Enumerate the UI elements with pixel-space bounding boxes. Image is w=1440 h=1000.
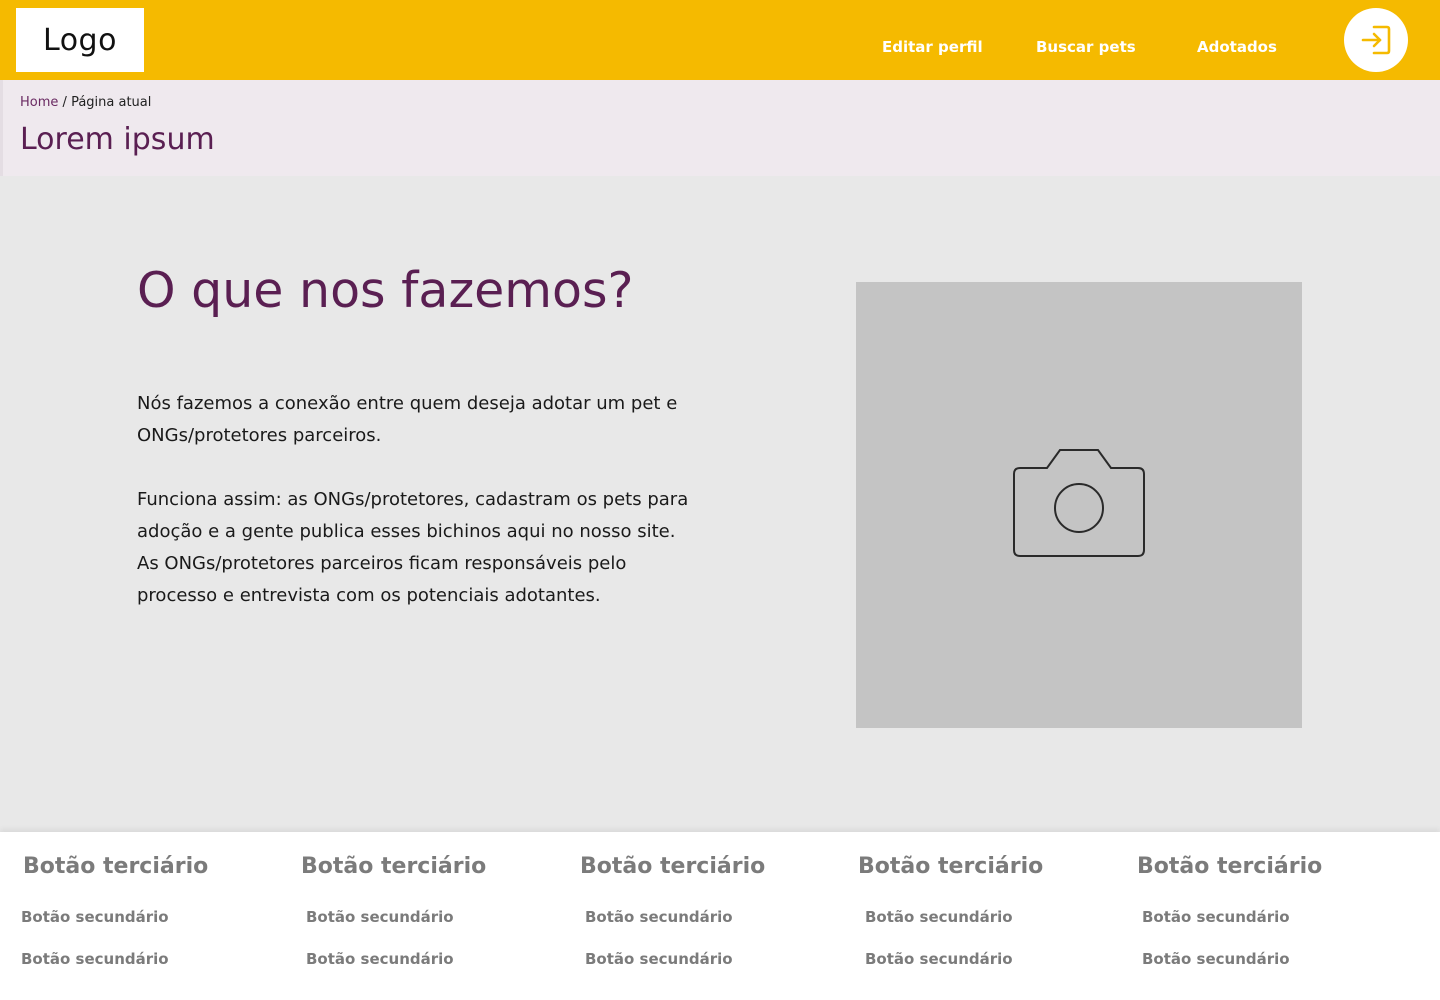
footer-col-3-link-1[interactable]: Botão secundário	[585, 908, 733, 926]
nav-adotados[interactable]: Adotados	[1197, 38, 1277, 56]
intro-paragraph: Nós fazemos a conexão entre quem deseja …	[137, 393, 678, 446]
nav-editar-perfil[interactable]: Editar perfil	[882, 38, 983, 56]
how-it-works-line-2: As ONGs/protetores parceiros ficam respo…	[137, 553, 627, 606]
footer-col-5-link-2[interactable]: Botão secundário	[1142, 950, 1290, 968]
section-heading: O que nos fazemos?	[137, 262, 634, 319]
footer-col-5-title[interactable]: Botão terciário	[1137, 854, 1322, 879]
logo-text: Logo	[43, 22, 117, 58]
page-title: Lorem ipsum	[20, 122, 215, 157]
breadcrumb: Home / Página atual	[20, 95, 151, 110]
footer-col-3-link-2[interactable]: Botão secundário	[585, 950, 733, 968]
top-header: Logo Editar perfil Buscar pets Adotados	[0, 0, 1440, 80]
image-placeholder	[856, 282, 1302, 728]
footer-col-2-title[interactable]: Botão terciário	[301, 854, 486, 879]
login-arrow-icon	[1361, 25, 1391, 55]
login-button[interactable]	[1344, 8, 1408, 72]
footer-col-1-title[interactable]: Botão terciário	[23, 854, 208, 879]
footer-col-4-title[interactable]: Botão terciário	[858, 854, 1043, 879]
footer-col-4-link-1[interactable]: Botão secundário	[865, 908, 1013, 926]
footer-col-2-link-2[interactable]: Botão secundário	[306, 950, 454, 968]
nav-buscar-pets[interactable]: Buscar pets	[1036, 38, 1136, 56]
footer-col-5-link-1[interactable]: Botão secundário	[1142, 908, 1290, 926]
breadcrumb-separator: /	[62, 95, 67, 110]
footer-col-1-link-1[interactable]: Botão secundário	[21, 908, 169, 926]
footer-col-2-link-1[interactable]: Botão secundário	[306, 908, 454, 926]
logo[interactable]: Logo	[16, 8, 144, 72]
camera-icon	[1013, 449, 1145, 557]
footer: Botão terciário Botão secundário Botão s…	[0, 832, 1440, 1000]
how-it-works-paragraph: Funciona assim: as ONGs/protetores, cada…	[137, 484, 707, 612]
breadcrumb-band: Home / Página atual Lorem ipsum	[0, 80, 1440, 176]
breadcrumb-home-link[interactable]: Home	[20, 95, 58, 110]
footer-col-1-link-2[interactable]: Botão secundário	[21, 950, 169, 968]
how-it-works-line-1: Funciona assim: as ONGs/protetores, cada…	[137, 489, 689, 542]
breadcrumb-current: Página atual	[71, 95, 152, 110]
footer-col-3-title[interactable]: Botão terciário	[580, 854, 765, 879]
footer-col-4-link-2[interactable]: Botão secundário	[865, 950, 1013, 968]
